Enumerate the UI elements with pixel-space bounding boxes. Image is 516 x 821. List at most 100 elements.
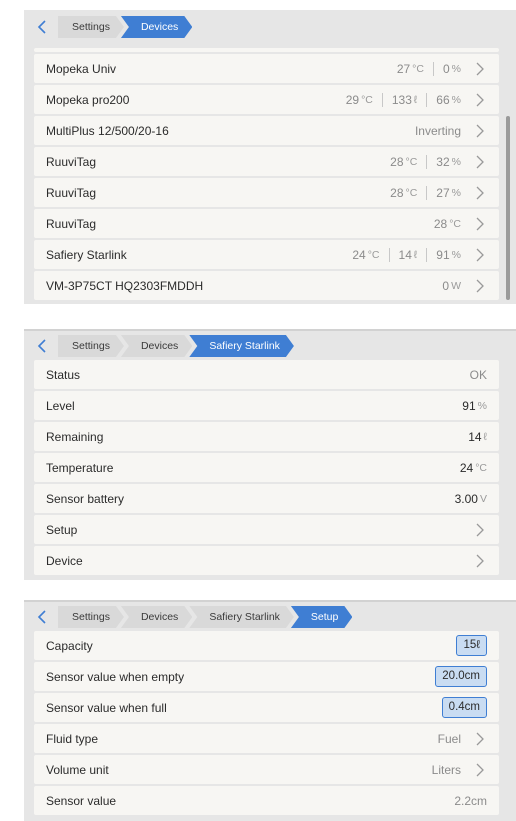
- device-row-mopeka-pro200[interactable]: Mopeka pro200 29 °C 133 ℓ 66%: [34, 85, 499, 114]
- device-values: 28 °C 27%: [390, 185, 461, 200]
- detail-row-level: Level 91%: [34, 391, 499, 420]
- detail-row-temperature: Temperature 24 °C: [34, 453, 499, 482]
- back-button[interactable]: [32, 335, 52, 357]
- row-unit: °C: [405, 186, 418, 199]
- breadcrumb: Settings Devices Safiery Starlink Setup: [32, 606, 349, 628]
- row-value: 0: [442, 61, 450, 76]
- detail-row-sensor-battery: Sensor battery 3.00 V: [34, 484, 499, 513]
- row-value: 27: [436, 185, 450, 200]
- setting-value: Liters: [431, 762, 461, 777]
- breadcrumb-setup[interactable]: Setup: [291, 606, 352, 628]
- value-separator: [426, 154, 428, 169]
- device-name: RuuviTag: [46, 185, 97, 200]
- detail-label: Temperature: [46, 460, 114, 475]
- sensor-value-when-full-spinbox[interactable]: 0.4cm: [441, 697, 487, 718]
- value-separator: [381, 92, 383, 107]
- breadcrumb-devices[interactable]: Devices: [121, 606, 192, 628]
- sensor-value-when-empty-spinbox[interactable]: 20.0cm: [435, 666, 487, 687]
- device-name: Safiery Starlink: [46, 247, 127, 262]
- device-row-vm-3p75ct-hq2303fmddh[interactable]: VM-3P75CT HQ2303FMDDH 0 W: [34, 271, 499, 300]
- chevron-left-icon: [37, 339, 46, 353]
- device-row-ruuvitag[interactable]: RuuviTag 28 °C 32%: [34, 147, 499, 176]
- row-unit: %: [451, 186, 461, 199]
- breadcrumb: Settings Devices: [32, 16, 189, 38]
- chevron-left-icon: [37, 610, 46, 624]
- row-value: 24: [352, 247, 366, 262]
- setup-row-sensor-value-when-empty[interactable]: Sensor value when empty 20.0cm: [34, 662, 499, 691]
- setup-row-volume-unit[interactable]: Volume unit Liters: [34, 755, 499, 784]
- back-button[interactable]: [32, 16, 52, 38]
- row-unit: °C: [367, 248, 380, 261]
- breadcrumb-devices[interactable]: Devices: [121, 335, 192, 357]
- device-values: 24 °C 14 ℓ 91%: [352, 247, 461, 262]
- row-unit: W: [451, 279, 461, 292]
- detail-row-remaining: Remaining 14 ℓ: [34, 422, 499, 451]
- device-row-multiplus-12-500-20-16[interactable]: MultiPlus 12/500/20-16 Inverting: [34, 116, 499, 145]
- row-value: 29: [345, 92, 360, 107]
- device-list: Mopeka Univ 27 °C 0% Mopeka pro200 29 °C 133 ℓ 66…: [34, 54, 499, 302]
- scrollbar[interactable]: [506, 116, 510, 300]
- device-row-ruuvitag[interactable]: RuuviTag 28 °C: [34, 209, 499, 238]
- device-name: RuuviTag: [46, 154, 97, 169]
- row-unit: %: [451, 155, 461, 168]
- row-unit: °C: [405, 155, 418, 168]
- chevron-right-icon: [473, 217, 487, 231]
- device-values: 29 °C 133 ℓ 66%: [345, 92, 461, 107]
- chevron-right-icon: [473, 186, 487, 200]
- breadcrumb-safiery-starlink[interactable]: Safiery Starlink: [189, 335, 294, 357]
- row-value: 133: [391, 92, 412, 107]
- value-separator: [426, 92, 428, 107]
- chevron-right-icon: [473, 62, 487, 76]
- device-name: Mopeka pro200: [46, 92, 130, 107]
- row-unit: ℓ: [413, 248, 418, 261]
- detail-label: Remaining: [46, 429, 104, 444]
- setup-row-sensor-value-when-full[interactable]: Sensor value when full 0.4cm: [34, 693, 499, 722]
- setup-row-fluid-type[interactable]: Fluid type Fuel: [34, 724, 499, 753]
- setting-value: Fuel: [437, 731, 461, 746]
- row-unit: %: [451, 93, 461, 106]
- breadcrumb-settings[interactable]: Settings: [58, 335, 124, 357]
- setup-row-capacity[interactable]: Capacity 15ℓ: [34, 631, 499, 660]
- row-value: 27: [396, 61, 411, 76]
- capacity-spinbox[interactable]: 15ℓ: [456, 635, 487, 656]
- device-name: Mopeka Univ: [46, 61, 117, 76]
- device-name: RuuviTag: [46, 216, 97, 231]
- chevron-right-icon: [473, 554, 487, 568]
- row-value: 91: [436, 247, 450, 262]
- breadcrumb: Settings Devices Safiery Starlink: [32, 335, 291, 357]
- detail-label: Device: [46, 553, 83, 568]
- chevron-left-icon: [37, 20, 46, 34]
- devices-page: Settings Devices Mopeka Univ 27 °C 0% Mopeka…: [24, 10, 516, 304]
- setup-list: Capacity 15ℓ Sensor value when empty 20.0cm…: [34, 631, 499, 817]
- device-name: VM-3P75CT HQ2303FMDDH: [46, 278, 204, 293]
- row-value: 28: [390, 154, 404, 169]
- setting-label: Sensor value when empty: [46, 669, 185, 684]
- detail-row-device[interactable]: Device: [34, 546, 499, 575]
- row-value: 14: [398, 247, 412, 262]
- detail-value: 14 ℓ: [468, 429, 487, 444]
- breadcrumb-settings[interactable]: Settings: [58, 606, 124, 628]
- breadcrumb-devices[interactable]: Devices: [121, 16, 192, 38]
- detail-label: Level: [46, 398, 75, 413]
- row-value: 32: [436, 154, 450, 169]
- chevron-right-icon: [473, 523, 487, 537]
- value-separator: [426, 185, 428, 200]
- setting-value: 2.2cm: [454, 793, 487, 808]
- row-unit: %: [451, 62, 461, 75]
- chevron-right-icon: [473, 279, 487, 293]
- chevron-right-icon: [473, 248, 487, 262]
- device-values: Inverting: [415, 124, 461, 138]
- device-row-ruuvitag[interactable]: RuuviTag 28 °C 27%: [34, 178, 499, 207]
- device-row-mopeka-univ[interactable]: Mopeka Univ 27 °C 0%: [34, 54, 499, 83]
- detail-list: Status OK Level 91% Remaining 14 ℓ Temperature 2…: [34, 360, 499, 577]
- setting-label: Sensor value: [46, 793, 117, 808]
- row-unit: °C: [449, 217, 461, 230]
- detail-row-setup[interactable]: Setup: [34, 515, 499, 544]
- setup-page: Settings Devices Safiery Starlink Setup …: [24, 600, 516, 821]
- breadcrumb-settings[interactable]: Settings: [58, 16, 124, 38]
- device-name: MultiPlus 12/500/20-16: [46, 123, 169, 138]
- back-button[interactable]: [32, 606, 52, 628]
- row-value: 66: [436, 92, 450, 107]
- breadcrumb-safiery-starlink[interactable]: Safiery Starlink: [189, 606, 294, 628]
- device-row-safiery-starlink[interactable]: Safiery Starlink 24 °C 14 ℓ 91%: [34, 240, 499, 269]
